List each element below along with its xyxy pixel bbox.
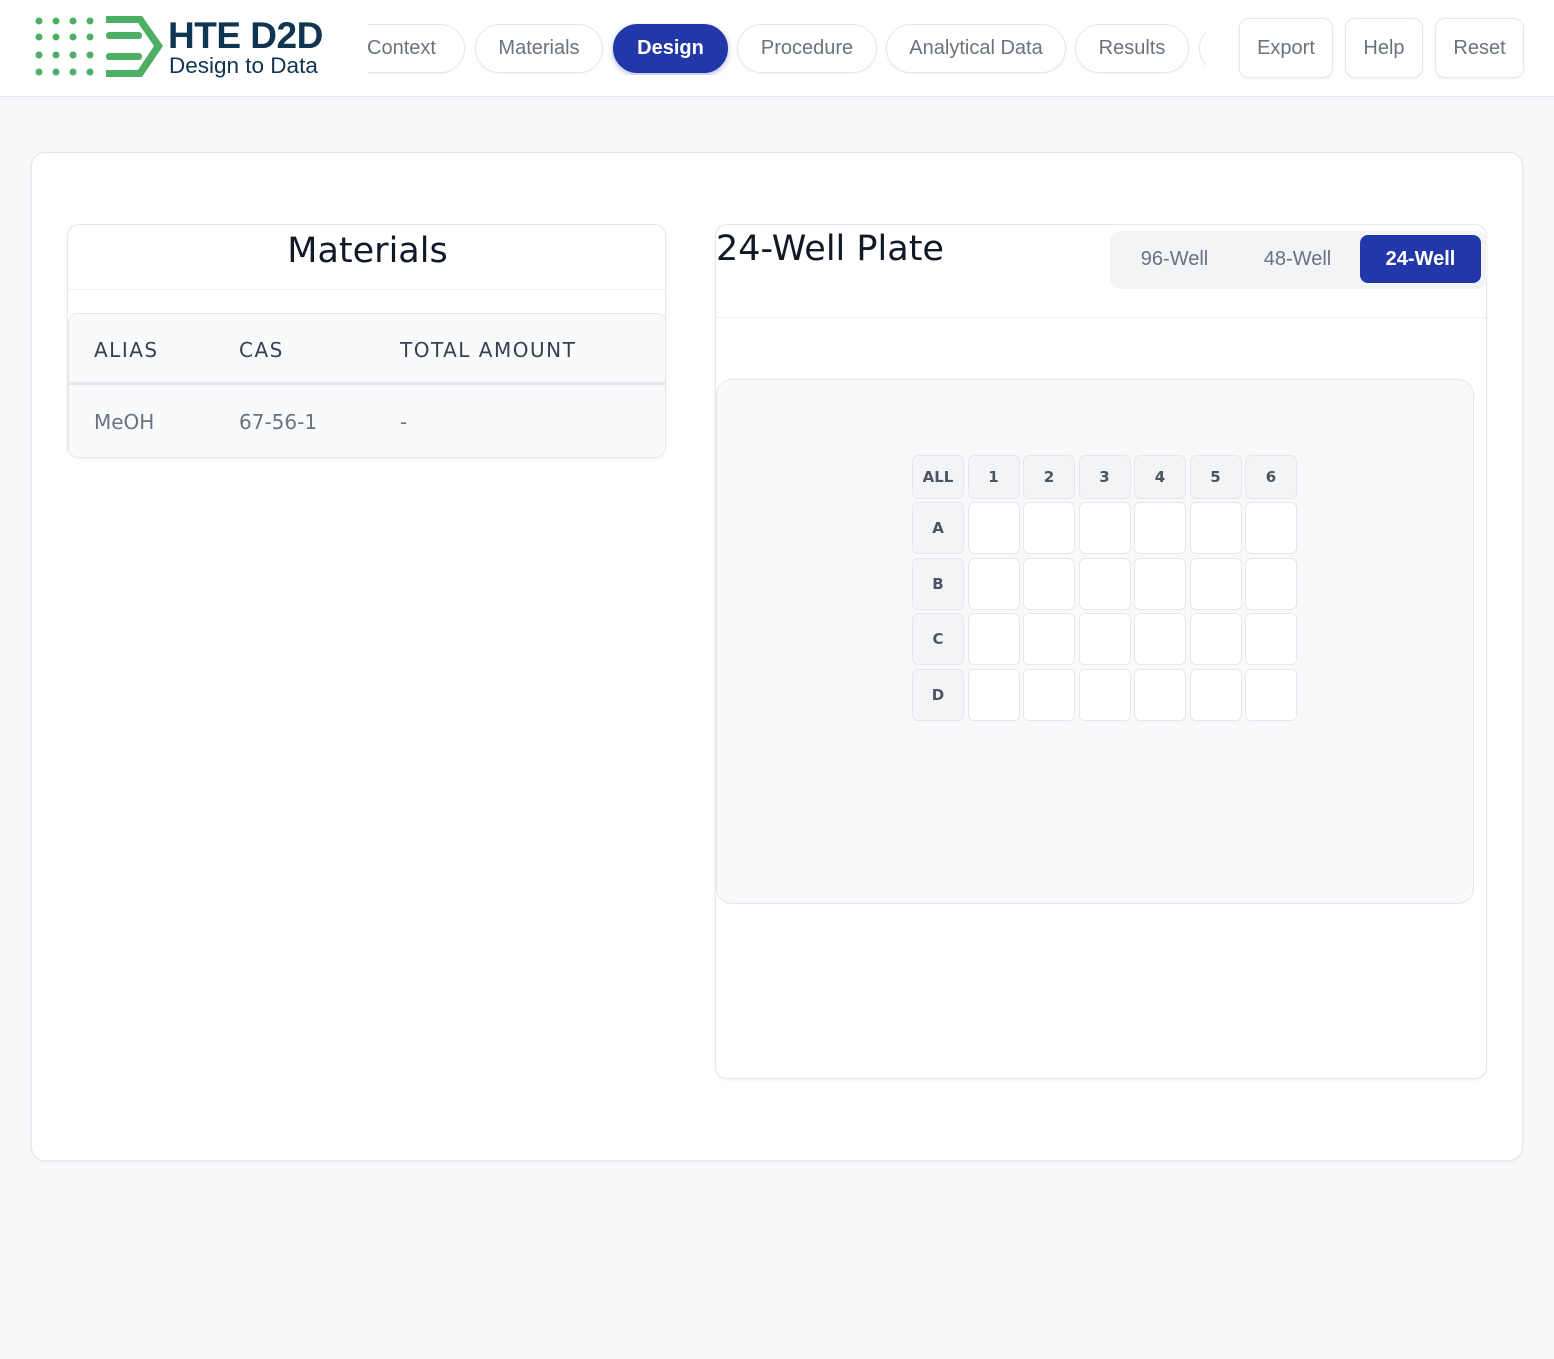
tab-label: Materials [498, 37, 580, 59]
row-header-1[interactable]: B [912, 557, 964, 610]
column-header-cas: CAS [239, 338, 284, 362]
tab-procedure[interactable]: Procedure [737, 24, 877, 73]
tab-label: Analytical Data [909, 37, 1043, 59]
well-cell[interactable] [967, 613, 1020, 665]
column-header-alias: ALIAS [94, 338, 159, 362]
well-cell[interactable] [1134, 557, 1186, 610]
divider [68, 289, 665, 290]
materials-table: ALIAS CAS TOTAL AMOUNT MeOH 67-56-1 - [68, 313, 665, 457]
logo-mark-icon [35, 16, 163, 77]
well-cell[interactable] [967, 557, 1020, 610]
divider [716, 317, 1486, 318]
well-cell[interactable] [1078, 613, 1131, 665]
table-header: ALIAS CAS TOTAL AMOUNT [69, 314, 665, 385]
select-all-button[interactable]: ALL [912, 455, 964, 499]
well-cell[interactable] [1023, 502, 1075, 554]
well-cell[interactable] [1134, 668, 1186, 721]
column-header-6[interactable]: 6 [1245, 455, 1297, 499]
export-button[interactable]: Export [1239, 18, 1333, 78]
well-cell[interactable] [1189, 502, 1242, 554]
well-cell[interactable] [1134, 502, 1186, 554]
column-header-total-amount: TOTAL AMOUNT [400, 338, 577, 362]
logo-subtitle: Design to Data [169, 53, 318, 78]
well-cell[interactable] [1189, 613, 1242, 665]
column-header-2[interactable]: 2 [1023, 455, 1075, 499]
row-header-0[interactable]: A [912, 502, 964, 554]
app-logo[interactable]: HTE D2D Design to Data [34, 15, 334, 81]
tab-results[interactable]: Results [1075, 24, 1189, 73]
row-header-3[interactable]: D [912, 668, 964, 721]
well-cell[interactable] [1245, 502, 1297, 554]
well-cell[interactable] [1078, 502, 1131, 554]
tab-overflow[interactable] [1199, 24, 1206, 73]
format-48-well-button[interactable]: 48-Well [1237, 235, 1358, 283]
well-cell[interactable] [1078, 557, 1131, 610]
well-cell[interactable] [1245, 557, 1297, 610]
well-cell[interactable] [1078, 668, 1131, 721]
well-cell[interactable] [1023, 557, 1075, 610]
reset-button[interactable]: Reset [1435, 18, 1524, 78]
well-cell[interactable] [1023, 613, 1075, 665]
main-tabs: Context Materials Design Procedure Analy… [368, 23, 1206, 75]
tab-analytical-data[interactable]: Analytical Data [886, 24, 1066, 73]
plate-format-selector: 96-Well 48-Well 24-Well [1110, 231, 1487, 289]
cell-total-amount: - [400, 410, 408, 434]
tab-label: Results [1098, 37, 1166, 59]
well-cell[interactable] [1189, 668, 1242, 721]
tab-context[interactable]: Context [368, 24, 465, 73]
tab-design[interactable]: Design [613, 24, 728, 73]
materials-panel: Materials ALIAS CAS TOTAL AMOUNT MeOH 67… [67, 224, 666, 458]
column-header-4[interactable]: 4 [1134, 455, 1186, 499]
tab-label: Context [368, 37, 436, 59]
tab-materials[interactable]: Materials [475, 24, 603, 73]
column-header-3[interactable]: 3 [1078, 455, 1131, 499]
materials-title: Materials [287, 231, 448, 271]
well-cell[interactable] [1245, 668, 1297, 721]
top-navbar: HTE D2D Design to Data Context Materials… [0, 0, 1554, 97]
cell-cas: 67-56-1 [239, 410, 318, 434]
row-header-2[interactable]: C [912, 613, 964, 665]
well-cell[interactable] [1134, 613, 1186, 665]
plate-title: 24-Well Plate [716, 229, 944, 269]
well-cell[interactable] [967, 502, 1020, 554]
tab-label: Procedure [760, 37, 854, 59]
format-96-well-button[interactable]: 96-Well [1114, 235, 1235, 283]
well-cell[interactable] [1245, 613, 1297, 665]
column-header-1[interactable]: 1 [967, 455, 1020, 499]
column-header-5[interactable]: 5 [1189, 455, 1242, 499]
plate-panel: 24-Well Plate 96-Well 48-Well 24-Well AL… [715, 224, 1487, 1079]
well-cell[interactable] [1189, 557, 1242, 610]
logo-title: HTE D2D [168, 15, 323, 56]
format-24-well-button[interactable]: 24-Well [1360, 235, 1481, 283]
well-cell[interactable] [1023, 668, 1075, 721]
cell-alias: MeOH [94, 410, 155, 434]
plate-area: ALL 123456 ABCD [716, 379, 1474, 904]
help-button[interactable]: Help [1345, 18, 1423, 78]
well-cell[interactable] [967, 668, 1020, 721]
tab-label: Design [637, 37, 704, 59]
